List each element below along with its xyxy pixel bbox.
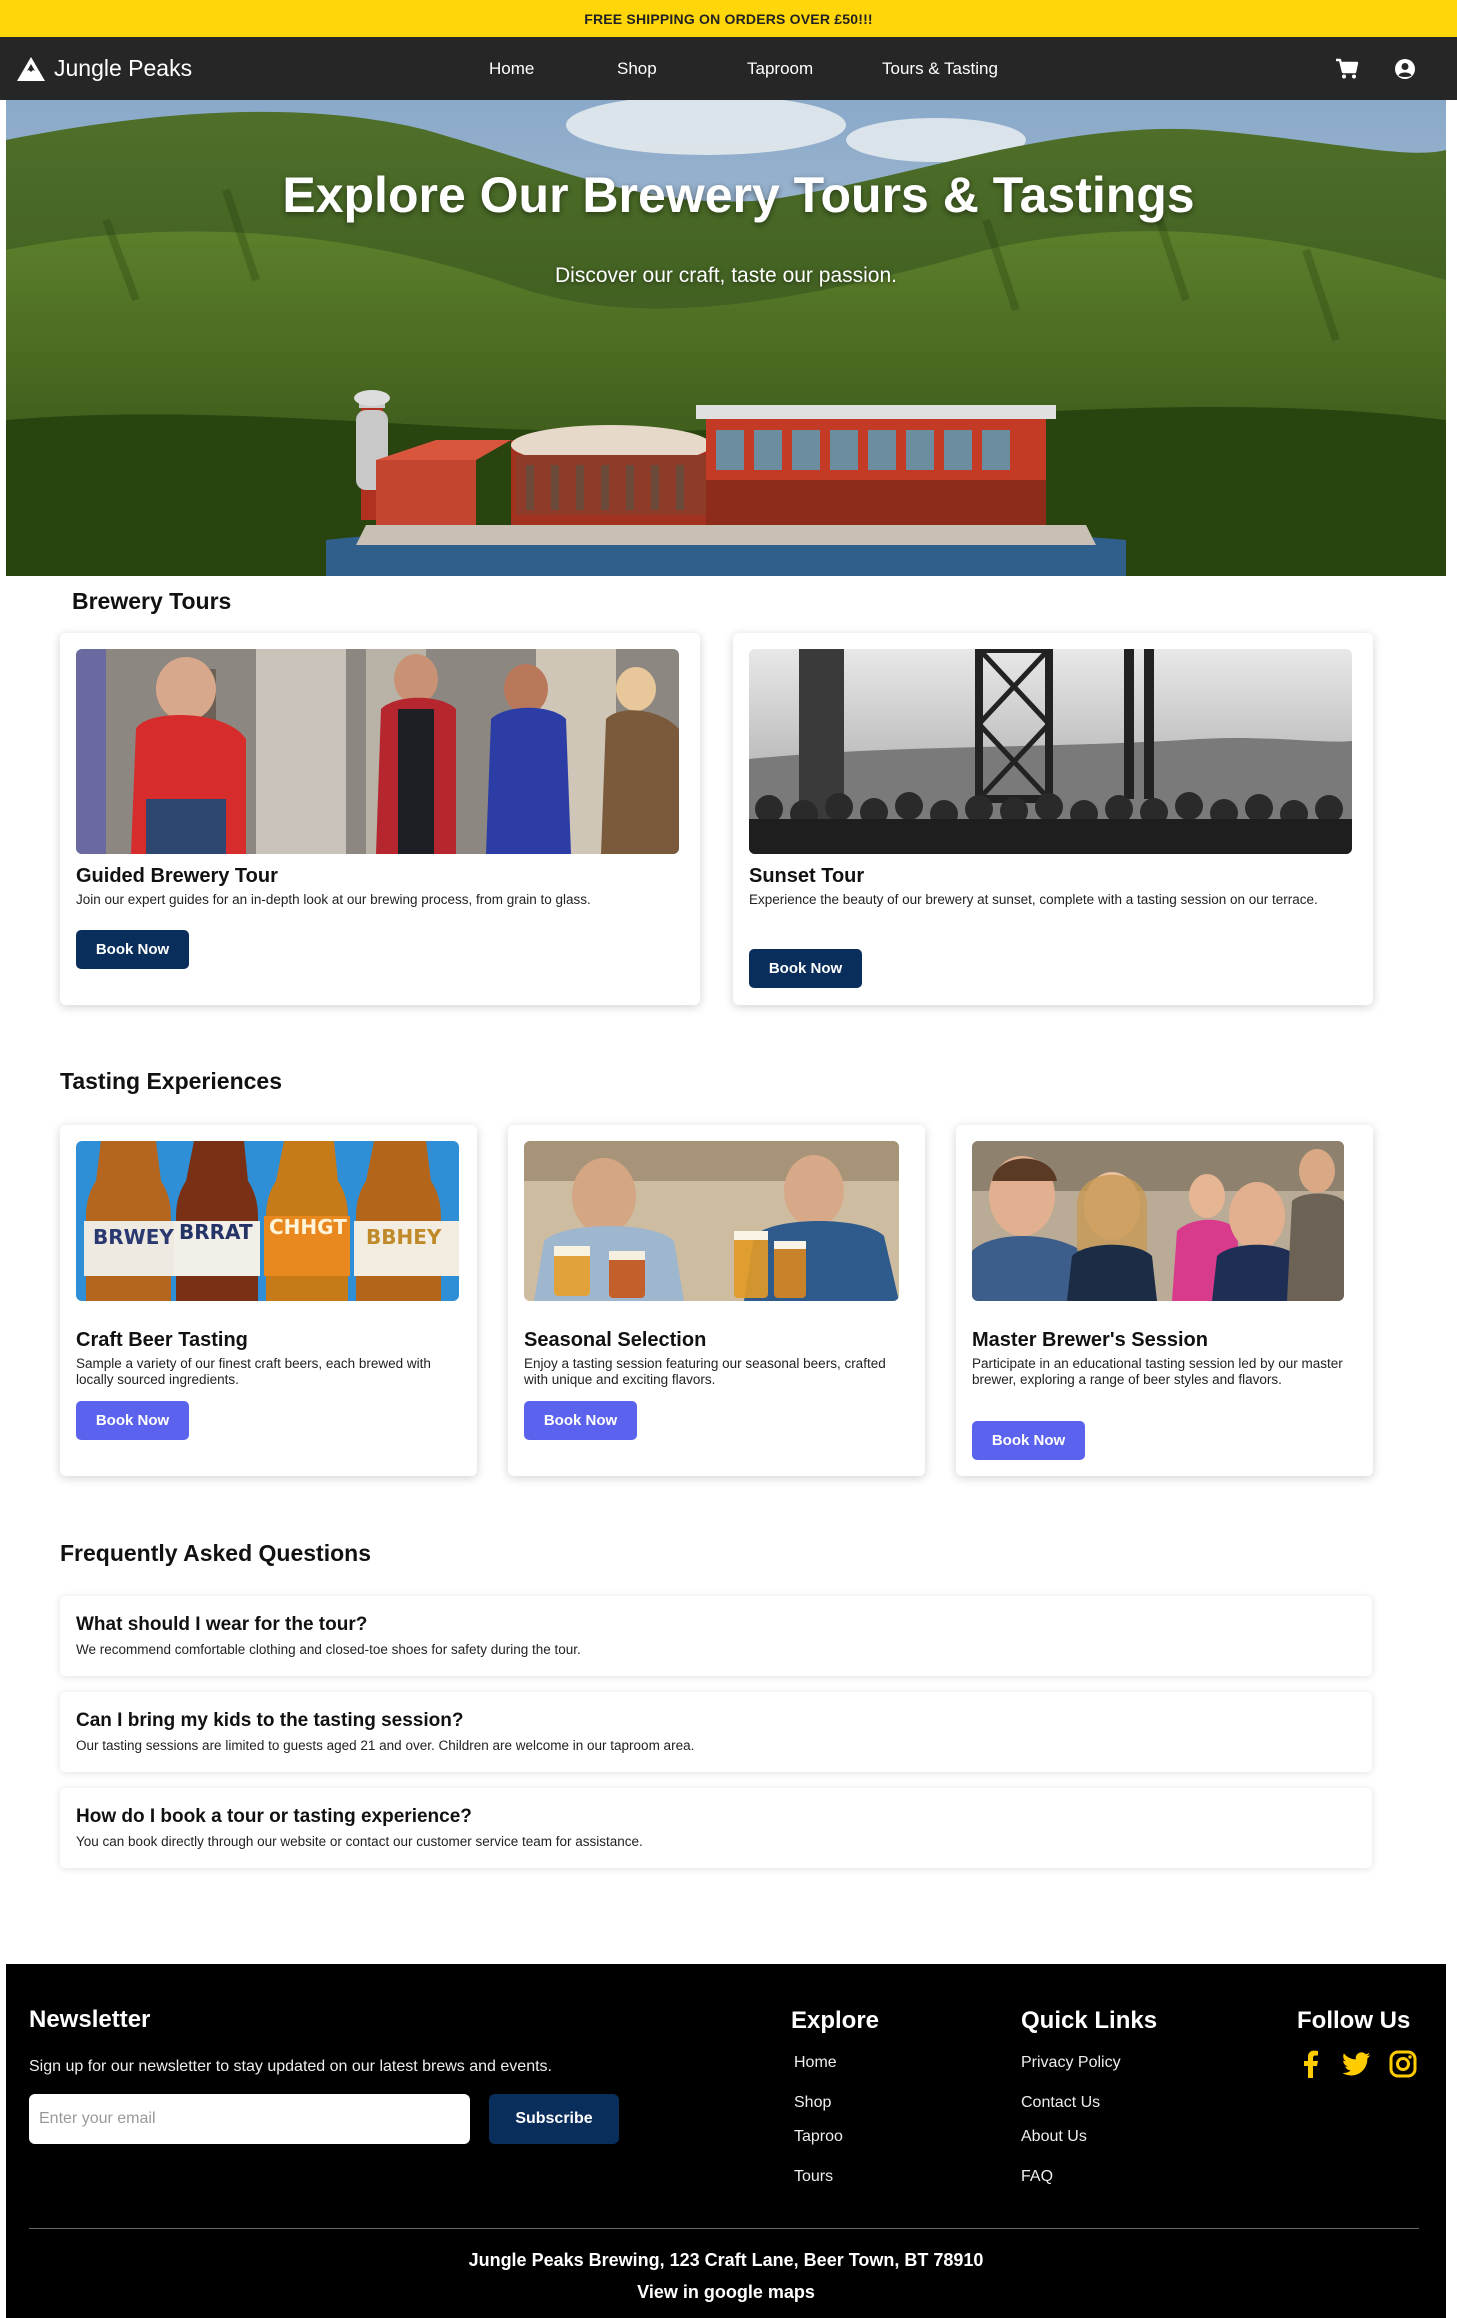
book-now-button[interactable]: Book Now <box>749 949 862 988</box>
faq-heading: Frequently Asked Questions <box>60 1540 371 1566</box>
book-now-button[interactable]: Book Now <box>524 1401 637 1440</box>
faq-answer: Our tasting sessions are limited to gues… <box>76 1738 695 1753</box>
mountain-icon <box>17 56 45 81</box>
footer-link-home[interactable]: Home <box>794 2054 837 2072</box>
tasting-card-craft: BRWEY BRRAT CHHGT BBHEY Craft Beer Tasti… <box>60 1125 477 1476</box>
page: FREE SHIPPING ON ORDERS OVER £50!!! Jung… <box>0 0 1457 2318</box>
email-input[interactable] <box>29 2094 470 2144</box>
tasting-card-desc: Participate in an educational tasting se… <box>972 1356 1343 1387</box>
promo-banner: FREE SHIPPING ON ORDERS OVER £50!!! <box>0 0 1457 37</box>
tour-card-title: Sunset Tour <box>749 865 865 887</box>
book-now-button[interactable]: Book Now <box>76 930 189 969</box>
craft-beer-image: BRWEY BRRAT CHHGT BBHEY <box>76 1141 459 1301</box>
nav-links: Home Shop Taproom Tours & Tasting <box>0 37 1457 100</box>
brand-name: Jungle Peaks <box>54 55 193 81</box>
tour-card-desc: Experience the beauty of our brewery at … <box>749 892 1318 907</box>
bottle-label-4: BBHEY <box>366 1225 442 1249</box>
footer-divider <box>29 2228 1419 2229</box>
tasting-card-title: Craft Beer Tasting <box>76 1329 248 1351</box>
footer-link-faq[interactable]: FAQ <box>1021 2168 1053 2186</box>
nav-link-shop[interactable]: Shop <box>617 37 657 100</box>
hero-title: Explore Our Brewery Tours & Tastings <box>282 167 1195 223</box>
nav-link-taproom[interactable]: Taproom <box>747 37 813 100</box>
tasting-card-desc: Enjoy a tasting session featuring our se… <box>524 1356 886 1387</box>
tasting-card-desc: Sample a variety of our finest craft bee… <box>76 1356 431 1387</box>
faq-item[interactable]: Can I bring my kids to the tasting sessi… <box>60 1692 1372 1772</box>
footer-link-privacy[interactable]: Privacy Policy <box>1021 2054 1121 2072</box>
tour-card-sunset: Sunset Tour Experience the beauty of our… <box>733 633 1373 1005</box>
hero-banner: Explore Our Brewery Tours & Tastings Dis… <box>6 100 1446 576</box>
guided-tour-image <box>76 649 679 854</box>
hero-subtitle: Discover our craft, taste our passion. <box>555 264 897 287</box>
master-brewer-image <box>972 1141 1344 1301</box>
tour-card-desc: Join our expert guides for an in-depth l… <box>76 892 591 907</box>
tour-card-guided: Guided Brewery Tour Join our expert guid… <box>60 633 700 1005</box>
follow-us-heading: Follow Us <box>1297 2007 1411 2034</box>
faq-question: What should I wear for the tour? <box>76 1614 368 1635</box>
google-maps-link[interactable]: View in google maps <box>6 2282 1446 2303</box>
instagram-icon[interactable] <box>1389 2050 1417 2078</box>
subscribe-button[interactable]: Subscribe <box>489 2094 619 2144</box>
bottle-label-2: BRRAT <box>179 1220 253 1244</box>
newsletter-text: Sign up for our newsletter to stay updat… <box>29 2058 552 2075</box>
faq-item[interactable]: How do I book a tour or tasting experien… <box>60 1788 1372 1868</box>
quick-links-heading: Quick Links <box>1021 2007 1158 2034</box>
faq-item[interactable]: What should I wear for the tour? We reco… <box>60 1596 1372 1676</box>
footer-link-about[interactable]: About Us <box>1021 2128 1087 2146</box>
faq-question: Can I bring my kids to the tasting sessi… <box>76 1710 464 1731</box>
nav-link-tours-tasting[interactable]: Tours & Tasting <box>882 37 998 100</box>
footer-link-taproom[interactable]: Taproo <box>794 2128 843 2146</box>
footer-link-contact[interactable]: Contact Us <box>1021 2094 1100 2112</box>
footer-link-shop[interactable]: Shop <box>794 2094 831 2112</box>
tasting-card-title: Master Brewer's Session <box>972 1329 1208 1351</box>
bottle-label-3: CHHGT <box>269 1215 347 1239</box>
faq-answer: You can book directly through our websit… <box>76 1834 643 1849</box>
facebook-icon[interactable] <box>1297 2050 1325 2078</box>
nav-link-home[interactable]: Home <box>489 37 534 100</box>
cart-icon[interactable] <box>1335 57 1359 81</box>
faq-question: How do I book a tour or tasting experien… <box>76 1806 472 1827</box>
twitter-icon[interactable] <box>1343 2050 1371 2078</box>
sunset-tour-image <box>749 649 1352 854</box>
footer-link-tours[interactable]: Tours <box>794 2168 833 2186</box>
faq-answer: We recommend comfortable clothing and cl… <box>76 1642 581 1657</box>
tasting-card-title: Seasonal Selection <box>524 1329 707 1351</box>
brewery-tours-heading: Brewery Tours <box>72 588 232 614</box>
brand-logo[interactable]: Jungle Peaks <box>16 55 192 82</box>
explore-heading: Explore <box>791 2007 880 2034</box>
tour-card-title: Guided Brewery Tour <box>76 865 278 887</box>
promo-text: FREE SHIPPING ON ORDERS OVER £50!!! <box>584 10 873 27</box>
bottle-label-1: BRWEY <box>93 1225 174 1249</box>
top-nav: Jungle Peaks Home Shop Taproom Tours & T… <box>0 37 1457 100</box>
tasting-card-seasonal: Seasonal Selection Enjoy a tasting sessi… <box>508 1125 925 1476</box>
user-icon[interactable] <box>1393 57 1417 81</box>
seasonal-selection-image <box>524 1141 899 1301</box>
social-links <box>1297 2050 1417 2078</box>
footer-address: Jungle Peaks Brewing, 123 Craft Lane, Be… <box>468 2250 984 2270</box>
tasting-card-master: Master Brewer's Session Participate in a… <box>956 1125 1373 1476</box>
nav-icons <box>1335 37 1417 100</box>
book-now-button[interactable]: Book Now <box>76 1401 189 1440</box>
newsletter-heading: Newsletter <box>29 2006 151 2033</box>
book-now-button[interactable]: Book Now <box>972 1421 1085 1460</box>
tasting-experiences-heading: Tasting Experiences <box>60 1068 282 1094</box>
footer: Newsletter Sign up for our newsletter to… <box>6 1964 1446 2318</box>
